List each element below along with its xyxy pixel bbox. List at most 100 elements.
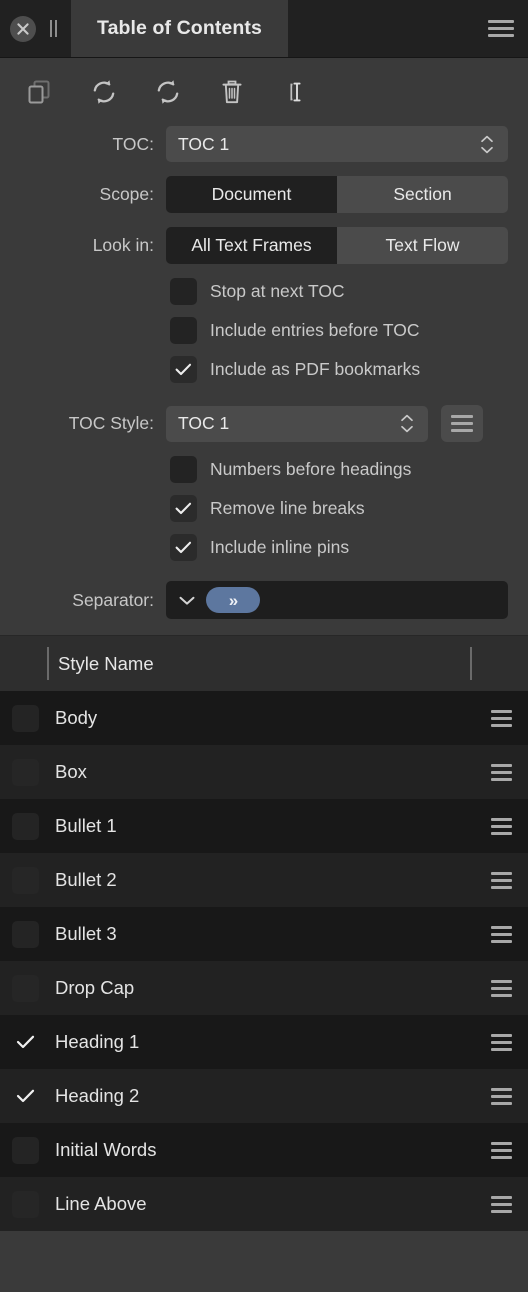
option-label: Numbers before headings: [210, 459, 412, 479]
row-checkbox[interactable]: [12, 920, 39, 948]
table-row[interactable]: Bullet 1: [0, 799, 528, 853]
checkbox-numbers-before-headings[interactable]: [170, 456, 197, 483]
row-style-name: Drop Cap: [55, 977, 135, 998]
option-include-entries-before-toc[interactable]: Include entries before TOC: [0, 317, 508, 344]
hamburger-grip-icon[interactable]: [491, 925, 512, 943]
toc-style-menu-button[interactable]: [441, 405, 483, 442]
row-checkbox[interactable]: [12, 704, 39, 732]
look-in-label: Look in:: [92, 235, 154, 255]
checkbox-include-inline-pins[interactable]: [170, 534, 197, 561]
table-row[interactable]: Initial Words: [0, 1123, 528, 1177]
scope-option-document[interactable]: Document: [166, 176, 337, 213]
column-divider-left[interactable]: [47, 647, 49, 680]
refresh-all-icon: [153, 77, 183, 107]
row-checkbox[interactable]: [12, 866, 39, 894]
hamburger-grip-icon[interactable]: [491, 1195, 512, 1213]
hamburger-grip-icon[interactable]: [491, 871, 512, 889]
option-label: Include inline pins: [210, 537, 350, 557]
option-label: Remove line breaks: [210, 498, 365, 518]
stepper-updown-icon[interactable]: [480, 135, 498, 154]
duplicate-button[interactable]: [18, 70, 62, 114]
duplicate-pages-icon: [25, 77, 55, 107]
separator-input[interactable]: »: [166, 581, 508, 619]
row-checkbox[interactable]: [12, 1136, 39, 1164]
hamburger-grip-icon[interactable]: [491, 979, 512, 997]
row-checkbox[interactable]: [12, 1190, 39, 1218]
row-style-name: Bullet 3: [55, 923, 117, 944]
toc-style-label: TOC Style:: [68, 413, 154, 433]
separator-label: Separator:: [72, 589, 154, 610]
hamburger-grip-icon[interactable]: [491, 1141, 512, 1159]
toc-style-select-value: TOC 1: [178, 413, 230, 433]
tab-table-of-contents[interactable]: Table of Contents: [71, 0, 288, 57]
row-checkbox[interactable]: [12, 758, 39, 786]
style-list: Style Name Body Box Bullet 1 Bullet 2 Bu…: [0, 635, 528, 1292]
row-checkbox[interactable]: [12, 812, 39, 840]
row-checkbox[interactable]: [12, 1083, 39, 1110]
toc-row: TOC: TOC 1: [0, 126, 508, 162]
look-in-row: Look in: All Text Frames Text Flow: [0, 227, 508, 264]
option-remove-line-breaks[interactable]: Remove line breaks: [0, 495, 508, 522]
hamburger-grip-icon[interactable]: [491, 1033, 512, 1051]
hamburger-grip-icon[interactable]: [491, 709, 512, 727]
scope-segmented-control: Document Section: [166, 176, 508, 213]
refresh-ccw-icon: [89, 77, 119, 107]
delete-button[interactable]: [210, 70, 254, 114]
checkbox-include-entries-before-toc[interactable]: [170, 317, 197, 344]
scope-option-section[interactable]: Section: [337, 176, 508, 213]
scope-row: Scope: Document Section: [0, 176, 508, 213]
toc-style-select[interactable]: TOC 1: [166, 405, 428, 442]
hamburger-menu-icon: [488, 20, 514, 37]
table-row[interactable]: Box: [0, 745, 528, 799]
style-list-body: Body Box Bullet 1 Bullet 2 Bullet 3 Drop…: [0, 691, 528, 1292]
option-numbers-before-headings[interactable]: Numbers before headings: [0, 456, 508, 483]
separator-token[interactable]: »: [206, 587, 260, 613]
toc-settings-form: TOC: TOC 1 Scope: Document Section Look …: [0, 126, 528, 635]
look-in-segmented-control: All Text Frames Text Flow: [166, 227, 508, 264]
toc-style-row: TOC Style: TOC 1: [0, 405, 508, 442]
toc-select[interactable]: TOC 1: [166, 126, 508, 162]
option-include-inline-pins[interactable]: Include inline pins: [0, 534, 508, 561]
row-style-name: Heading 1: [55, 1031, 140, 1052]
drag-grip-icon[interactable]: [50, 20, 57, 37]
close-circle-icon[interactable]: [10, 15, 36, 42]
table-row[interactable]: Body: [0, 691, 528, 745]
row-checkbox[interactable]: [12, 974, 39, 1002]
hamburger-grip-icon[interactable]: [491, 763, 512, 781]
look-in-option-text-flow[interactable]: Text Flow: [337, 227, 508, 264]
table-row[interactable]: Line Above: [0, 1177, 528, 1231]
row-checkbox[interactable]: [12, 1029, 39, 1056]
table-row[interactable]: Bullet 3: [0, 907, 528, 961]
table-row[interactable]: Heading 2: [0, 1069, 528, 1123]
option-stop-at-next-toc[interactable]: Stop at next TOC: [0, 278, 508, 305]
checkbox-remove-line-breaks[interactable]: [170, 495, 197, 522]
column-divider-right[interactable]: [470, 647, 472, 680]
row-style-name: Box: [55, 761, 87, 782]
table-row[interactable]: Drop Cap: [0, 961, 528, 1015]
option-label: Include as PDF bookmarks: [210, 359, 421, 379]
style-list-header: Style Name: [0, 635, 528, 691]
column-header-style-name[interactable]: Style Name: [58, 653, 154, 675]
tab-bar-spacer: [288, 0, 474, 57]
table-of-contents-panel: Table of Contents TOC: TOC 1 Scope: Docu…: [0, 0, 528, 1292]
checkbox-include-as-pdf-bookmarks[interactable]: [170, 356, 197, 383]
row-style-name: Heading 2: [55, 1085, 140, 1106]
table-row[interactable]: Heading 1: [0, 1015, 528, 1069]
tab-label: Table of Contents: [97, 17, 262, 39]
hamburger-grip-icon[interactable]: [491, 1087, 512, 1105]
stepper-updown-icon[interactable]: [400, 414, 418, 433]
look-in-option-all-text-frames[interactable]: All Text Frames: [166, 227, 337, 264]
row-style-name: Initial Words: [55, 1139, 157, 1160]
hamburger-grip-icon[interactable]: [491, 817, 512, 835]
checkbox-stop-at-next-toc[interactable]: [170, 278, 197, 305]
option-label: Include entries before TOC: [210, 320, 420, 340]
insert-text-button[interactable]: [274, 70, 318, 114]
chevron-down-icon[interactable]: [178, 595, 196, 606]
option-include-as-pdf-bookmarks[interactable]: Include as PDF bookmarks: [0, 356, 508, 383]
table-row[interactable]: Bullet 2: [0, 853, 528, 907]
trash-icon: [217, 77, 247, 107]
tab-bar-controls: [0, 0, 71, 57]
update-button[interactable]: [82, 70, 126, 114]
panel-menu-button[interactable]: [474, 0, 528, 57]
update-all-button[interactable]: [146, 70, 190, 114]
